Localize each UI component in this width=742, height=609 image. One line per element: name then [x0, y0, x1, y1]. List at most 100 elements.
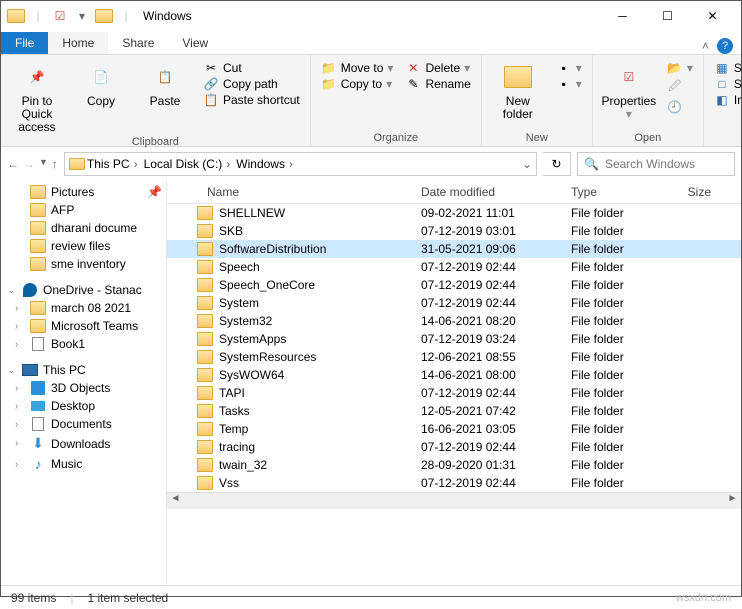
tab-home[interactable]: Home: [48, 32, 108, 54]
copy-to-button[interactable]: 📁Copy to▾: [317, 77, 398, 91]
table-row[interactable]: Speech07-12-2019 02:44File folder: [167, 258, 741, 276]
tree-item[interactable]: Pictures📌: [1, 183, 166, 201]
table-row[interactable]: TAPI07-12-2019 02:44File folder: [167, 384, 741, 402]
tree-item[interactable]: AFP: [1, 201, 166, 219]
tree-onedrive[interactable]: ⌄OneDrive - Stanac: [1, 281, 166, 299]
pc-icon: [22, 364, 38, 376]
recent-dropdown[interactable]: ▼: [39, 157, 48, 171]
back-button[interactable]: ←: [7, 157, 19, 171]
invert-selection-button[interactable]: ◧Invert selection: [710, 93, 742, 107]
col-size[interactable]: Size: [669, 181, 719, 203]
folder-icon: [197, 224, 213, 238]
open-button[interactable]: 📂▾: [663, 61, 697, 75]
moveto-icon: 📁: [321, 61, 337, 75]
file-list[interactable]: Name Date modified Type Size SHELLNEW09-…: [167, 181, 741, 585]
copy-button[interactable]: 📄 Copy: [71, 57, 131, 108]
folder-icon: [197, 296, 213, 310]
refresh-button[interactable]: ↻: [543, 152, 571, 176]
edit-icon: 🖉: [667, 77, 683, 98]
ribbon-collapse-icon[interactable]: ˄: [702, 39, 709, 53]
column-headers[interactable]: Name Date modified Type Size: [167, 181, 741, 204]
navigation-tree[interactable]: Pictures📌AFPdharani documereview filessm…: [1, 181, 167, 585]
table-row[interactable]: SHELLNEW09-02-2021 11:01File folder: [167, 204, 741, 222]
select-all-button[interactable]: ▦Select all: [710, 61, 742, 75]
qat-dropdown-icon[interactable]: ▾: [73, 9, 91, 23]
table-row[interactable]: SystemApps07-12-2019 03:24File folder: [167, 330, 741, 348]
table-row[interactable]: System07-12-2019 02:44File folder: [167, 294, 741, 312]
crumb-segment[interactable]: Windows: [236, 157, 297, 171]
tree-item[interactable]: ›Book1: [1, 335, 166, 353]
folder-icon: [197, 440, 213, 454]
folder-icon: [197, 458, 213, 472]
close-button[interactable]: ✕: [690, 2, 735, 30]
copy-icon: 📄: [85, 61, 117, 93]
tree-item[interactable]: sme inventory: [1, 255, 166, 273]
copy-path-icon: 🔗: [203, 77, 219, 91]
maximize-button[interactable]: ☐: [645, 2, 690, 30]
group-organize: 📁Move to▾ 📁Copy to▾ ✕Delete▾ ✎Rename Org…: [311, 55, 482, 146]
up-button[interactable]: ↑: [52, 157, 58, 171]
col-type[interactable]: Type: [563, 181, 669, 203]
edit-button[interactable]: 🖉: [663, 77, 697, 98]
table-row[interactable]: twain_3228-09-2020 01:31File folder: [167, 456, 741, 474]
tree-item[interactable]: review files: [1, 237, 166, 255]
onedrive-icon: [23, 283, 37, 297]
crumb-dropdown-icon[interactable]: ⌄: [522, 157, 532, 171]
copyto-icon: 📁: [321, 77, 337, 91]
title-bar: | ☑ ▾ | Windows ─ ☐ ✕: [1, 1, 741, 31]
copy-path-button[interactable]: 🔗Copy path: [199, 77, 304, 91]
table-row[interactable]: SKB07-12-2019 03:01File folder: [167, 222, 741, 240]
pin-to-quick-access-button[interactable]: 📌 Pin to Quick access: [7, 57, 67, 134]
tab-share[interactable]: Share: [108, 32, 168, 54]
easy-access-button[interactable]: ▪▾: [552, 77, 586, 91]
navigation-bar: ← → ▼ ↑ This PC Local Disk (C:) Windows …: [1, 147, 741, 181]
folder-icon: [197, 314, 213, 328]
tree-item[interactable]: ›march 08 2021: [1, 299, 166, 317]
tree-item[interactable]: ›Desktop: [1, 397, 166, 415]
minimize-button[interactable]: ─: [600, 2, 645, 30]
tree-item[interactable]: ›Documents: [1, 415, 166, 433]
table-row[interactable]: Speech_OneCore07-12-2019 02:44File folde…: [167, 276, 741, 294]
forward-button[interactable]: →: [23, 157, 35, 171]
move-to-button[interactable]: 📁Move to▾: [317, 61, 398, 75]
cut-button[interactable]: ✂Cut: [199, 61, 304, 75]
tab-file[interactable]: File: [1, 32, 48, 54]
tree-this-pc[interactable]: ⌄This PC: [1, 361, 166, 379]
tree-item[interactable]: dharani docume: [1, 219, 166, 237]
history-button[interactable]: 🕘: [663, 100, 697, 114]
checkbox-icon[interactable]: ☑: [51, 9, 69, 23]
crumb-segment[interactable]: This PC: [87, 157, 142, 171]
select-none-button[interactable]: □Select none: [710, 77, 742, 91]
col-date[interactable]: Date modified: [413, 181, 563, 203]
tree-item[interactable]: ›♪Music: [1, 454, 166, 474]
search-input[interactable]: 🔍 Search Windows: [577, 152, 735, 176]
paste-button[interactable]: 📋 Paste: [135, 57, 195, 108]
table-row[interactable]: SoftwareDistribution31-05-2021 09:06File…: [167, 240, 741, 258]
col-name[interactable]: Name: [167, 181, 413, 203]
breadcrumb[interactable]: This PC Local Disk (C:) Windows ⌄: [64, 152, 537, 176]
tree-item[interactable]: ›Microsoft Teams: [1, 317, 166, 335]
new-folder-button[interactable]: New folder: [488, 57, 548, 121]
crumb-segment[interactable]: Local Disk (C:): [144, 157, 235, 171]
table-row[interactable]: Temp16-06-2021 03:05File folder: [167, 420, 741, 438]
horizontal-scrollbar[interactable]: ◄►: [167, 492, 741, 509]
table-row[interactable]: SysWOW6414-06-2021 08:00File folder: [167, 366, 741, 384]
folder-icon: [197, 368, 213, 382]
tab-view[interactable]: View: [168, 32, 222, 54]
folder-icon: [69, 158, 85, 170]
properties-button[interactable]: ☑ Properties▾: [599, 57, 659, 121]
tree-item[interactable]: ›3D Objects: [1, 379, 166, 397]
table-row[interactable]: Tasks12-05-2021 07:42File folder: [167, 402, 741, 420]
tree-item[interactable]: ›⬇Downloads: [1, 433, 166, 454]
help-icon[interactable]: ?: [717, 38, 733, 54]
rename-button[interactable]: ✎Rename: [401, 77, 474, 91]
table-row[interactable]: System3214-06-2021 08:20File folder: [167, 312, 741, 330]
paste-icon: 📋: [149, 61, 181, 93]
table-row[interactable]: Vss07-12-2019 02:44File folder: [167, 474, 741, 492]
paste-shortcut-button[interactable]: 📋Paste shortcut: [199, 93, 304, 107]
new-item-button[interactable]: ▪▾: [552, 61, 586, 75]
table-row[interactable]: tracing07-12-2019 02:44File folder: [167, 438, 741, 456]
table-row[interactable]: SystemResources12-06-2021 08:55File fold…: [167, 348, 741, 366]
group-open: ☑ Properties▾ 📂▾ 🖉 🕘 Open: [593, 55, 704, 146]
delete-button[interactable]: ✕Delete▾: [401, 61, 474, 75]
